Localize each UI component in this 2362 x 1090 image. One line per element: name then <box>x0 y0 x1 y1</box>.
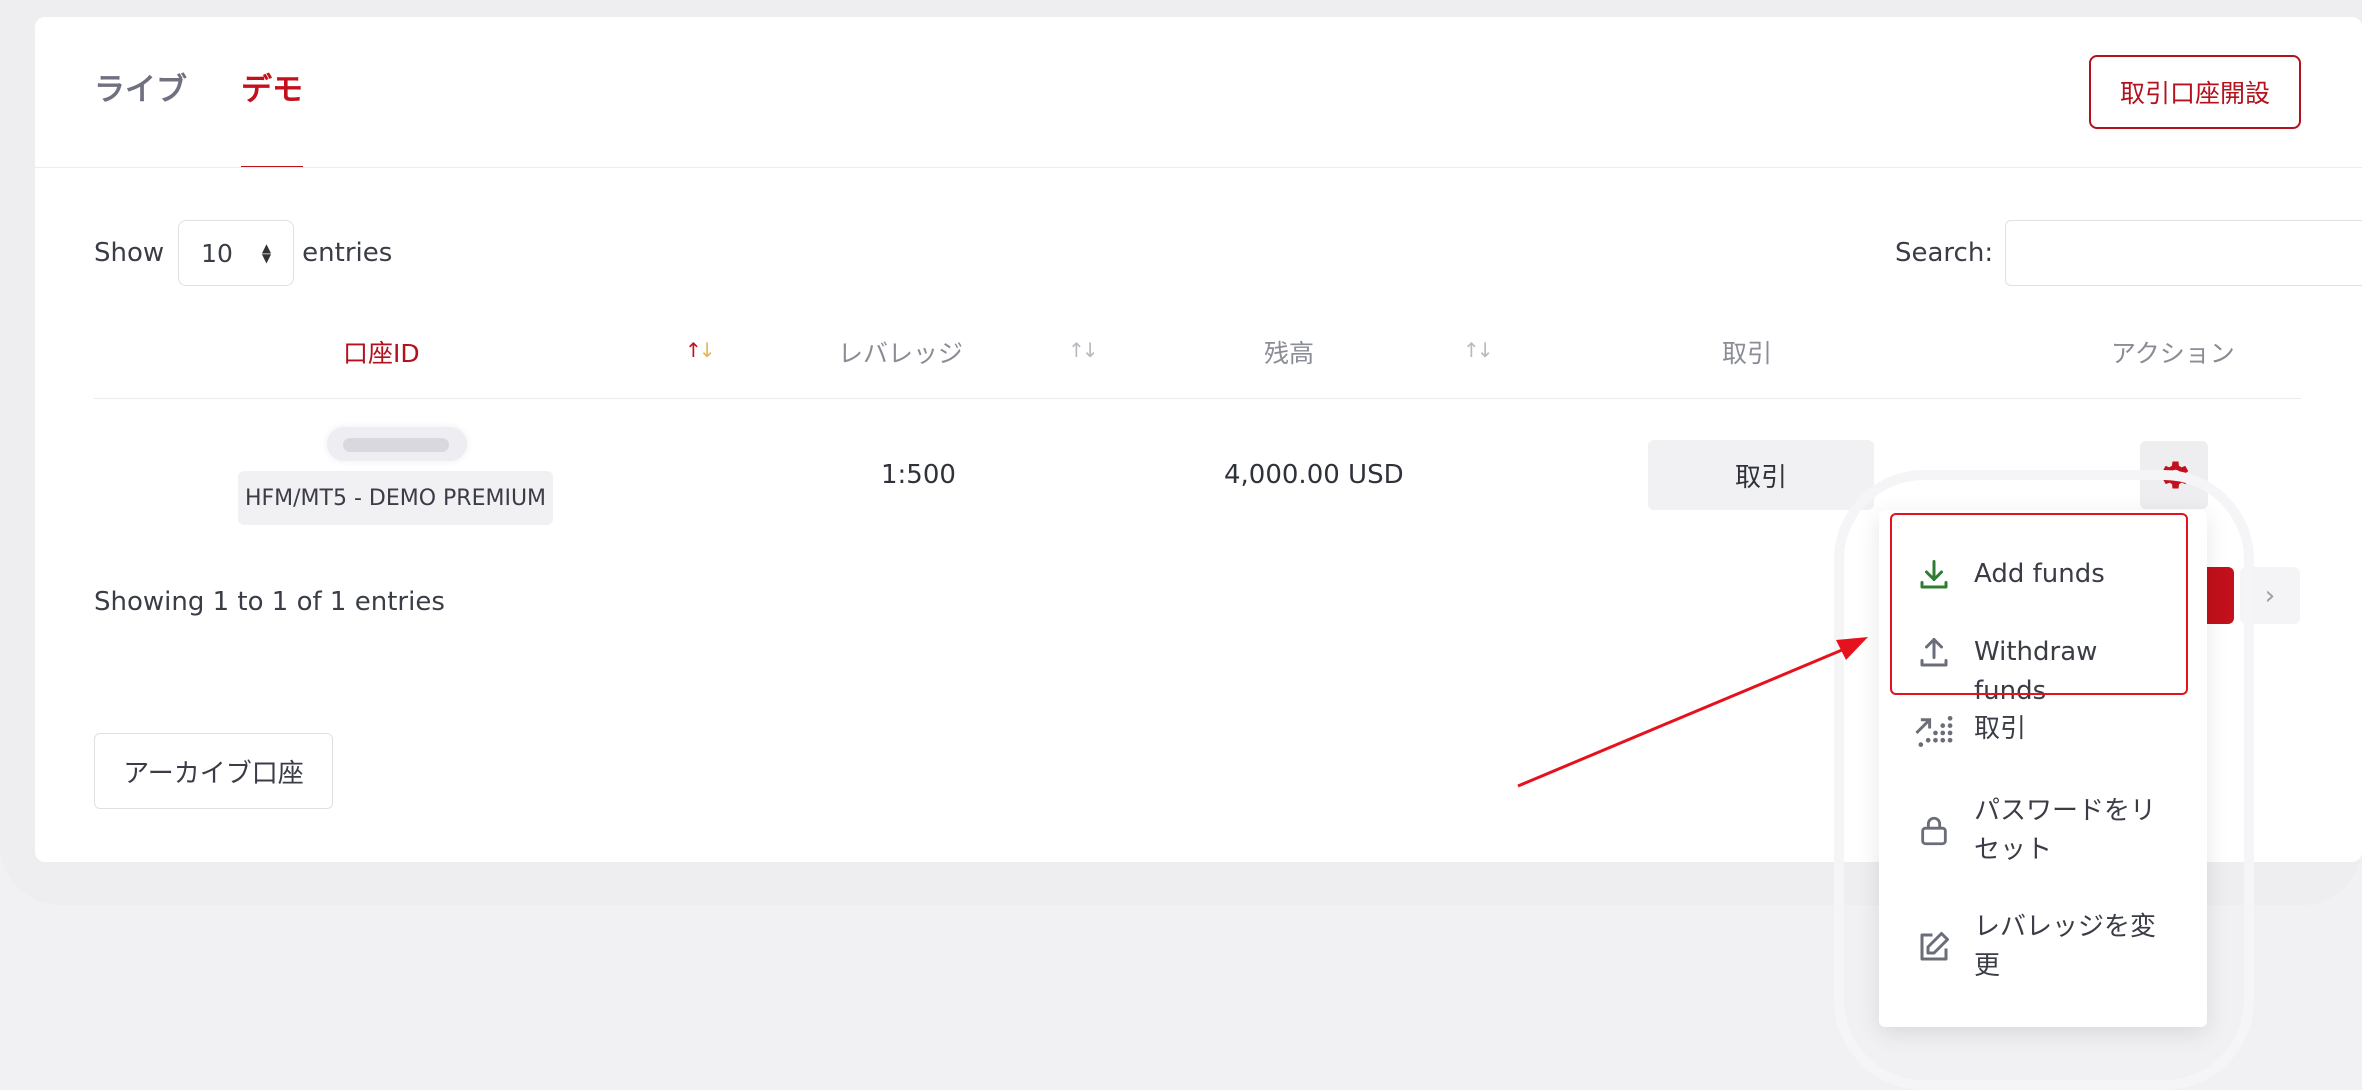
annotation-arrow <box>1517 637 1868 788</box>
